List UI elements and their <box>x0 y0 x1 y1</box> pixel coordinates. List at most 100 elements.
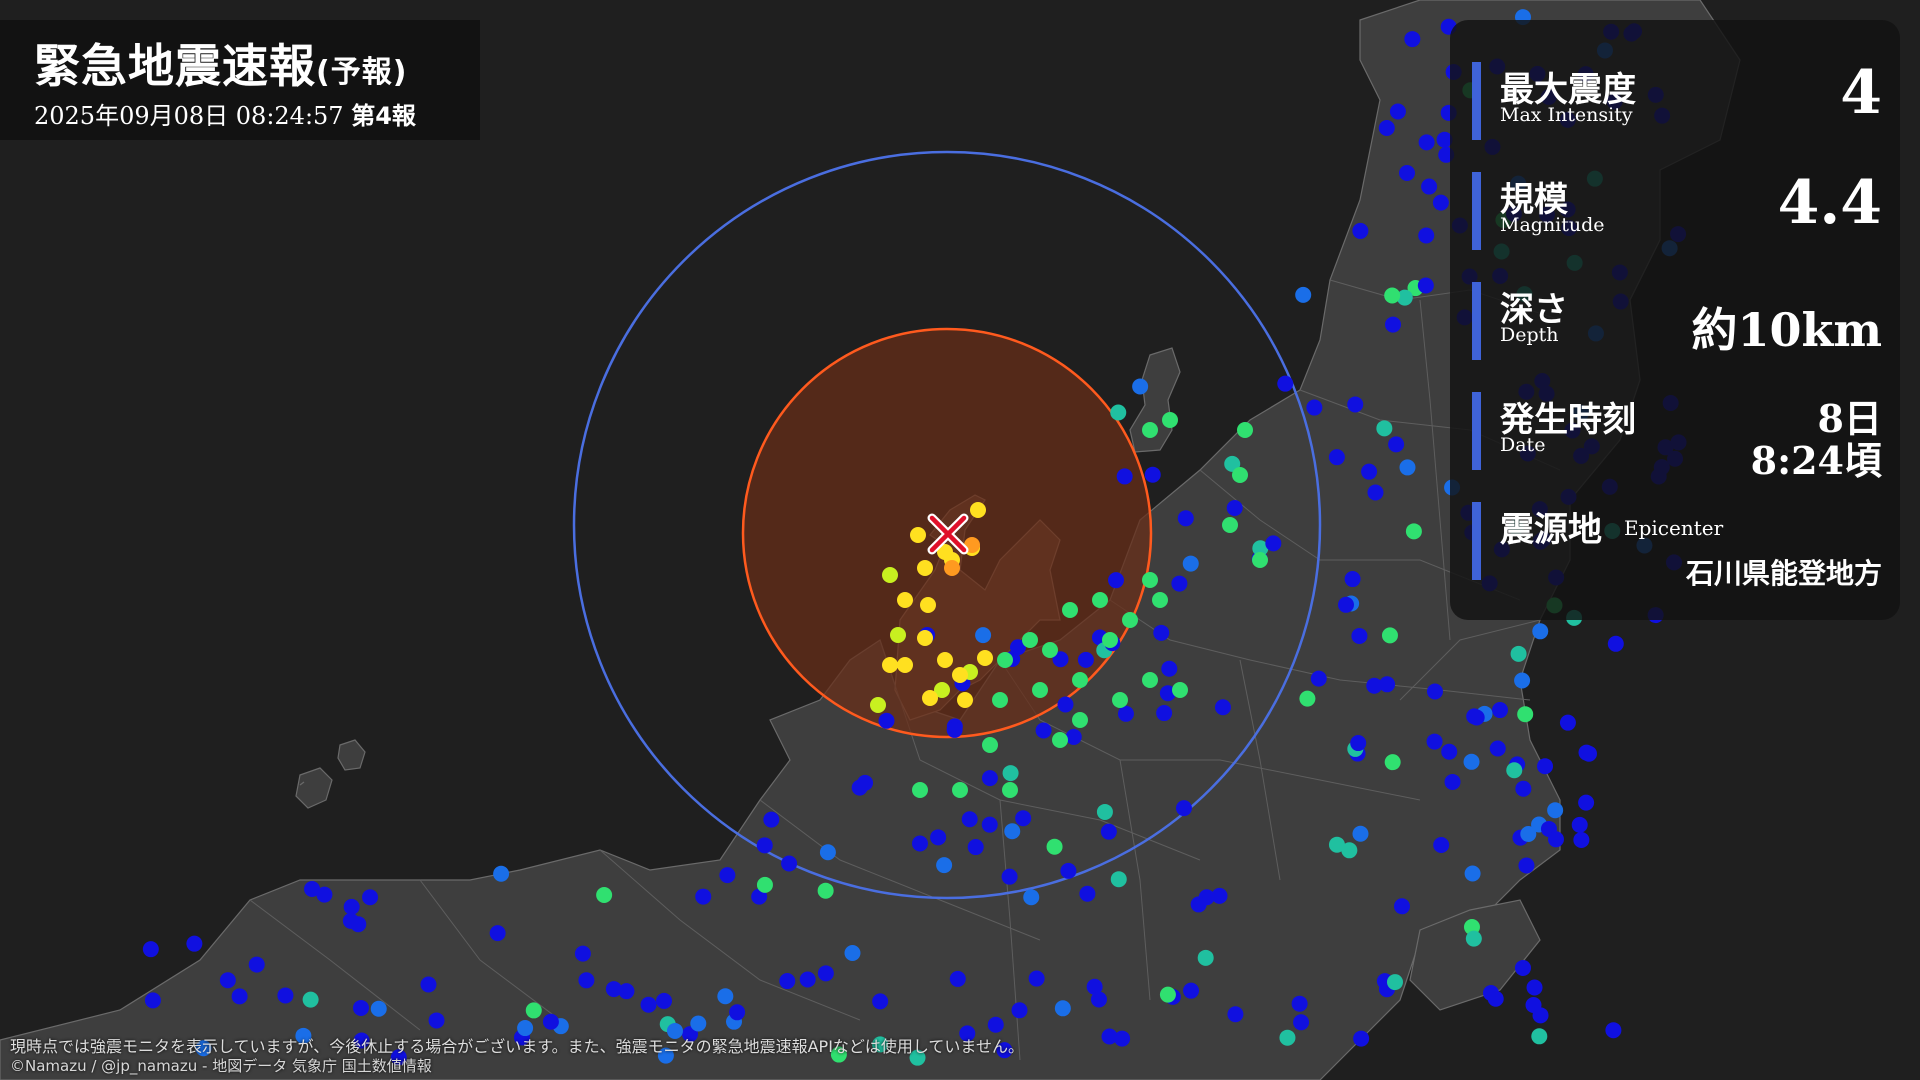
station-dot <box>420 976 437 993</box>
station-dot <box>1547 802 1564 819</box>
station-dot <box>756 876 773 893</box>
station-dot <box>1214 699 1231 716</box>
station-dot <box>936 857 953 874</box>
station-dot <box>1386 974 1403 991</box>
station-dot <box>1015 810 1032 827</box>
station-dot <box>779 973 796 990</box>
station-dot <box>1117 705 1134 722</box>
station-dot <box>1531 1028 1548 1045</box>
station-dot <box>763 811 780 828</box>
station-dot <box>882 657 898 673</box>
station-dot <box>1389 103 1406 120</box>
station-dot <box>304 881 321 898</box>
max-intensity-label-en: Max Intensity <box>1500 104 1633 126</box>
station-dot <box>1417 277 1434 294</box>
station-dot <box>817 965 834 982</box>
info-row-magnitude: 規模 Magnitude 4.4 <box>1472 168 1882 252</box>
footer-credit: ©Namazu / @jp_namazu - 地図データ 気象庁 国土数値情報 <box>10 1057 432 1075</box>
title-main-text: 緊急地震速報 <box>34 39 316 93</box>
station-dot <box>729 1004 746 1021</box>
station-dot <box>640 996 657 1013</box>
station-dot <box>1116 468 1133 485</box>
station-dot <box>690 1015 707 1032</box>
epicenter-label-en: Epicenter <box>1624 516 1724 540</box>
station-dot <box>1072 712 1088 728</box>
origin-time-label-en: Date <box>1500 434 1546 456</box>
station-dot <box>981 816 998 833</box>
station-dot <box>352 999 369 1016</box>
station-dot <box>1352 222 1369 239</box>
station-dot <box>343 898 360 915</box>
station-dot <box>937 652 953 668</box>
info-accent-bar <box>1472 62 1481 140</box>
station-dot <box>1190 896 1207 913</box>
station-dot <box>1002 765 1019 782</box>
station-dot <box>912 782 928 798</box>
station-dot <box>1378 120 1395 137</box>
station-dot <box>1432 194 1449 211</box>
station-dot <box>1404 31 1421 48</box>
station-dot <box>525 1002 542 1019</box>
station-dot <box>695 888 712 905</box>
station-dot <box>1177 510 1194 527</box>
station-dot <box>1328 836 1345 853</box>
station-dot <box>781 855 798 872</box>
station-dot <box>1433 837 1450 854</box>
info-accent-bar <box>1472 502 1481 580</box>
station-dot <box>1072 672 1088 688</box>
station-dot <box>1222 517 1238 533</box>
station-dot <box>952 782 968 798</box>
station-dot <box>493 865 510 882</box>
station-dot <box>1159 986 1176 1003</box>
info-accent-bar <box>1472 172 1481 250</box>
land-oki <box>295 767 333 809</box>
station-dot <box>1350 735 1367 752</box>
station-dot <box>1421 178 1438 195</box>
station-dot <box>1065 728 1082 745</box>
station-dot <box>890 627 906 643</box>
station-dot <box>144 992 161 1009</box>
station-dot <box>917 560 933 576</box>
station-dot <box>1384 287 1401 304</box>
station-dot <box>342 912 359 929</box>
station-dot <box>1171 575 1188 592</box>
station-dot <box>1441 743 1458 760</box>
station-dot <box>1291 995 1308 1012</box>
depth-label-en: Depth <box>1500 324 1559 346</box>
station-dot <box>1183 982 1200 999</box>
page-title: 緊急地震速報(予報) <box>34 30 407 96</box>
station-dot <box>1351 627 1368 644</box>
station-dot <box>656 992 673 1009</box>
station-dot <box>1464 865 1481 882</box>
station-dot <box>1132 378 1149 395</box>
title-sub-text: (予報) <box>316 55 408 90</box>
info-accent-bar <box>1472 282 1481 360</box>
station-dot <box>1353 1030 1370 1047</box>
station-dot <box>1376 420 1393 437</box>
epicenter-value: 石川県能登地方 <box>1685 557 1882 590</box>
station-dot <box>1077 651 1094 668</box>
station-dot <box>1520 826 1537 843</box>
station-dot <box>1092 592 1108 608</box>
station-dot <box>1279 1029 1296 1046</box>
station-dot <box>1144 466 1161 483</box>
station-dot <box>882 567 898 583</box>
station-dot <box>574 945 591 962</box>
station-dot <box>1252 552 1268 568</box>
station-dot <box>1344 571 1361 588</box>
station-dot <box>987 1016 1004 1033</box>
station-dot <box>1465 930 1482 947</box>
station-dot <box>1293 1014 1310 1031</box>
station-dot <box>1393 898 1410 915</box>
station-dot <box>1096 803 1113 820</box>
epicenter-label: 震源地 <box>1500 510 1602 550</box>
station-dot <box>756 837 773 854</box>
station-dot <box>961 811 978 828</box>
station-dot <box>277 987 294 1004</box>
station-dot <box>1295 286 1312 303</box>
title-box: 緊急地震速報(予報) 2025年09月08日 08:24:57 第4報 <box>0 20 480 140</box>
info-row-max-intensity: 最大震度 Max Intensity 4 <box>1472 58 1882 142</box>
station-dot <box>952 667 968 683</box>
station-dot <box>1426 733 1443 750</box>
station-dot <box>1182 555 1199 572</box>
